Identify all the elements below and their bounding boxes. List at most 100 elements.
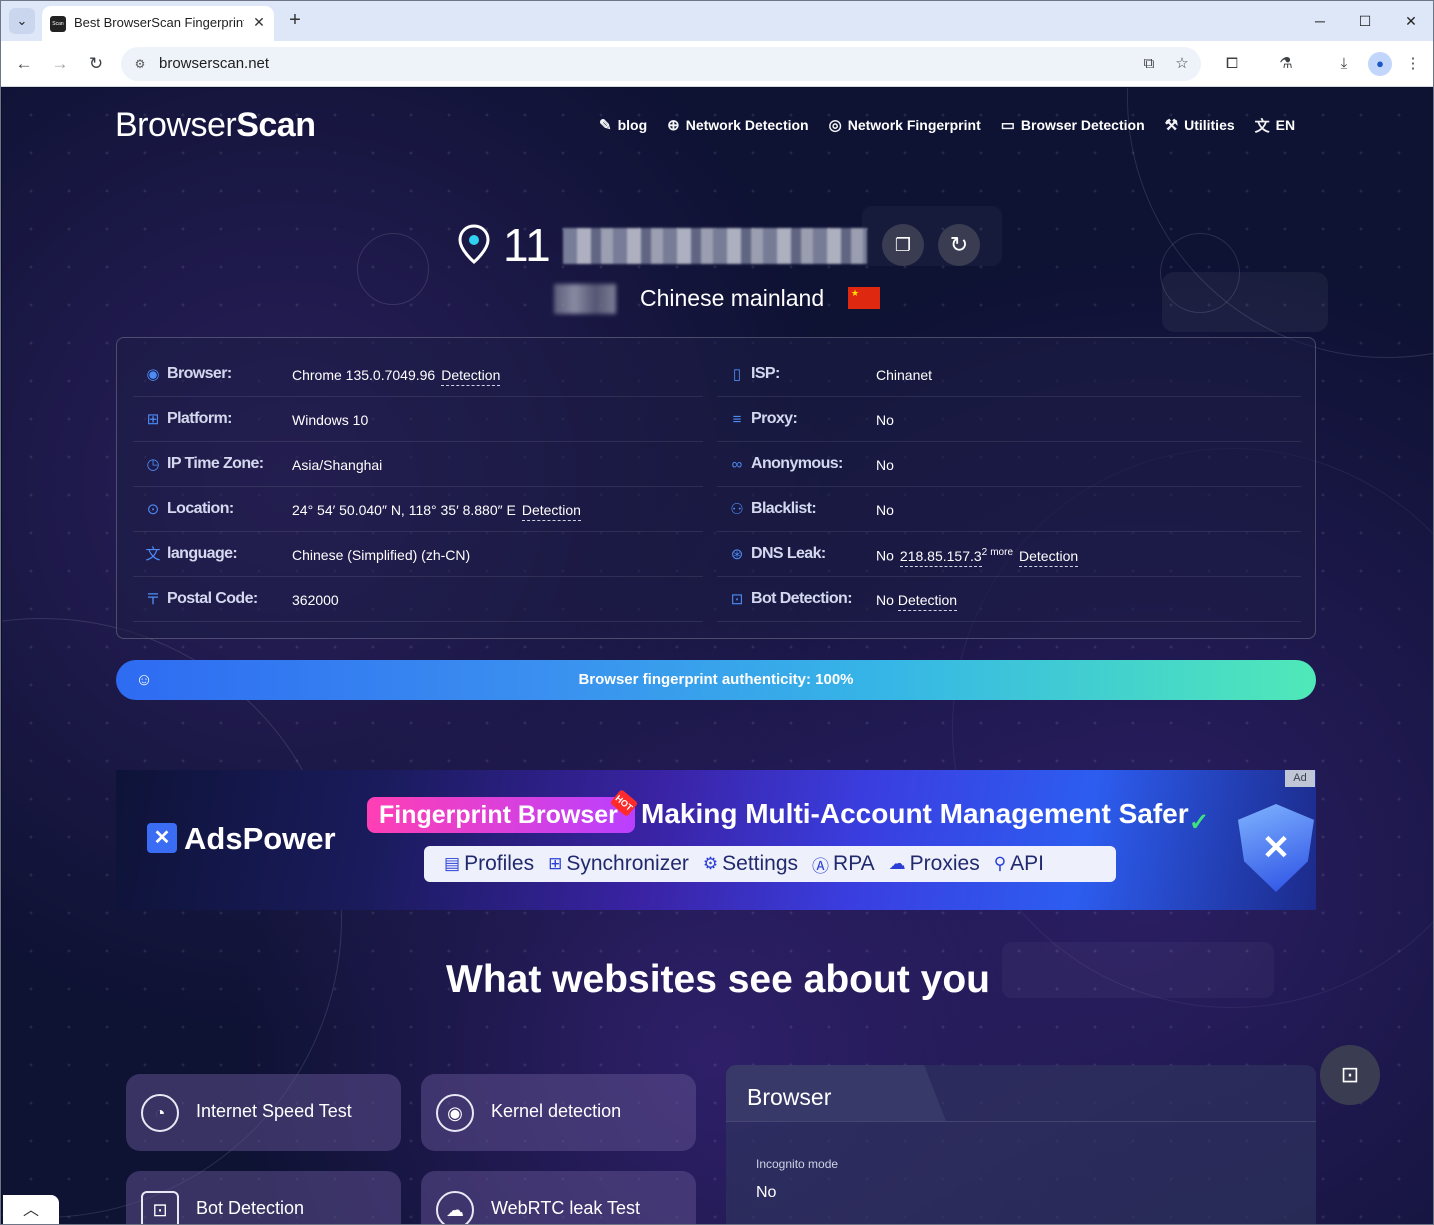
extensions-icon[interactable]: ⧠ [1220,52,1244,76]
timezone-icon: ◷ [146,456,160,473]
refresh-ip-button[interactable]: ↻ [938,224,980,266]
tab-list-button[interactable]: ⌄ [9,8,35,34]
info-row-isp: ▯ ISP: Chinanet [717,352,1301,397]
bot-assistant-button[interactable]: ⊡ [1320,1045,1380,1105]
browser-detection-link[interactable]: Detection [441,367,501,386]
section-title: What websites see about you [446,958,990,1001]
incognito-label: Incognito mode [756,1157,839,1171]
ad-headline: Making Multi-Account Management Safer [641,798,1189,829]
divider [726,1121,1316,1122]
cloud-icon: ☁ [436,1191,474,1224]
dns-icon: ⊛ [730,546,744,563]
decor-panel [1162,272,1328,332]
new-tab-button[interactable]: + [283,9,307,33]
user-icon: ⚇ [730,501,744,518]
forward-icon[interactable]: → [48,52,72,76]
blog-icon: ✎ [599,117,612,134]
site-info-icon[interactable]: ⚙ [131,55,149,73]
window-close-button[interactable]: ✕ [1396,9,1426,33]
site-nav: ✎ blog ⊕ Network Detection ◎ Network Finger… [599,114,1295,136]
active-tab[interactable]: Scan Best BrowserScan Fingerprint ✕ [42,6,274,41]
info-row-proxy: ≡ Proxy: No [717,397,1301,442]
adspower-logo-icon: ✕ [147,823,177,853]
translate-icon: 文 [1254,117,1270,135]
info-row-language: 文 language: Chinese (Simplified) (zh-CN) [133,532,703,577]
url-text[interactable]: browserscan.net [159,55,269,72]
ad-pill: Fingerprint Browser [367,797,635,833]
download-icon[interactable]: ⤓ [1332,52,1356,76]
profile-avatar-icon[interactable]: ● [1368,52,1392,76]
speedometer-icon: ◔ [141,1094,179,1132]
tab-strip: ⌄ Scan Best BrowserScan Fingerprint ✕ + … [1,1,1433,41]
ad-feature: ⊞ Synchronizer [548,852,689,875]
nav-language[interactable]: 文 EN [1255,114,1295,136]
info-row-blacklist: ⚇ Blacklist: No [717,487,1301,532]
rpa-icon: Ⓐ [812,856,830,876]
card-bot-detection[interactable]: ⊡ Bot Detection [126,1171,401,1224]
postal-icon: 〒 [145,591,161,608]
check-icon: ✓ [1189,809,1210,836]
incognito-value: No [756,1184,777,1201]
copy-ip-button[interactable]: ❐ [882,224,924,266]
ad-brand: AdsPower [184,821,336,856]
info-column-right: ▯ ISP: Chinanet ≡ Proxy: No ∞ Anonymous: No ⚇ B… [717,352,1301,622]
bot-detection-link[interactable]: Detection [897,592,958,611]
nav-network-detection[interactable]: ⊕ Network Detection [667,114,809,136]
bot-icon: ⊡ [141,1191,179,1224]
adspower-ad-banner[interactable]: ✕ AdsPower Fingerprint Browser HOT Makin… [116,770,1316,910]
fingerprint-icon: ◎ [828,117,842,134]
ad-tag[interactable]: Ad [1285,770,1315,787]
info-row-bot-detection: ⊡ Bot Detection: No Detection [717,577,1301,622]
site-logo[interactable]: BrowserScan [115,106,316,145]
china-flag-icon: ★ [848,287,880,309]
info-row-location: ⊙ Location: 24° 54′ 50.040″ N, 118° 35′ 8.… [133,487,703,532]
address-bar[interactable]: ⚙ browserscan.net ⧉ ☆ [121,47,1201,81]
scroll-top-button[interactable]: ︿ [3,1195,59,1224]
bookmark-star-icon[interactable]: ☆ [1170,52,1194,76]
ip-address: 11 [503,219,551,271]
maximize-button[interactable]: ☐ [1350,9,1380,33]
dns-ip-link[interactable]: 218.85.157.3 [899,547,982,567]
dns-more-link[interactable]: more [990,547,1013,558]
tab-title: Best BrowserScan Fingerprint [74,15,244,30]
translate-icon[interactable]: ⧉ [1137,52,1161,76]
isp-icon: ▯ [732,366,742,383]
nav-browser-detection[interactable]: ▭ Browser Detection [1001,114,1145,136]
nav-network-fingerprint[interactable]: ◎ Network Fingerprint [829,114,981,136]
browser-toolbar: ← → ↻ ⚙ browserscan.net ⧉ ☆ ⧠ ⚗ ⤓ ● ⋮ [1,41,1433,87]
info-row-browser: ◉ Browser: Chrome 135.0.7049.96 Detection [133,352,703,397]
settings-icon: ⚙ [702,854,719,873]
proxies-icon: ☁ [888,854,906,873]
labs-icon[interactable]: ⚗ [1274,52,1298,76]
api-icon: ⚲ [993,854,1007,873]
nav-utilities[interactable]: ⚒ Utilities [1165,114,1235,136]
info-row-platform: ⊞ Platform: Windows 10 [133,397,703,442]
ad-feature: Ⓐ RPA [812,852,875,876]
authenticity-bar[interactable]: ☺ Browser fingerprint authenticity: 100% [116,660,1316,700]
card-webrtc-leak[interactable]: ☁ WebRTC leak Test [421,1171,696,1224]
info-row-anonymous: ∞ Anonymous: No [717,442,1301,487]
favicon-icon: Scan [50,16,66,32]
location-icon: ⊙ [146,501,160,518]
nav-blog[interactable]: ✎ blog [599,114,647,136]
ip-address-redacted [563,228,867,264]
location-detection-link[interactable]: Detection [521,502,581,521]
info-row-timezone: ◷ IP Time Zone: Asia/Shanghai [133,442,703,487]
browser-panel-title: Browser [747,1084,832,1110]
dns-detection-link[interactable]: Detection [1019,547,1079,567]
card-kernel-detection[interactable]: ◉ Kernel detection [421,1074,696,1151]
info-row-dns-leak: ⊛ DNS Leak: No 218.85.157.32 more Detection [717,532,1301,577]
tab-close-icon[interactable]: ✕ [249,12,269,32]
proxy-icon: ≡ [732,411,742,428]
profiles-icon: ▤ [444,854,461,873]
back-icon[interactable]: ← [12,52,36,76]
mask-icon: ∞ [731,456,743,473]
minimize-button[interactable]: ─ [1305,9,1335,33]
browser-menu-icon[interactable]: ⋮ [1401,52,1425,76]
card-speed-test[interactable]: ◔ Internet Speed Test [126,1074,401,1151]
info-row-postal: 〒 Postal Code: 362000 [133,577,703,622]
wrench-icon: ⚒ [1164,117,1179,134]
synchronizer-icon: ⊞ [548,854,563,873]
reload-icon[interactable]: ↻ [84,52,108,76]
shield-icon: ✕ [1238,804,1314,892]
